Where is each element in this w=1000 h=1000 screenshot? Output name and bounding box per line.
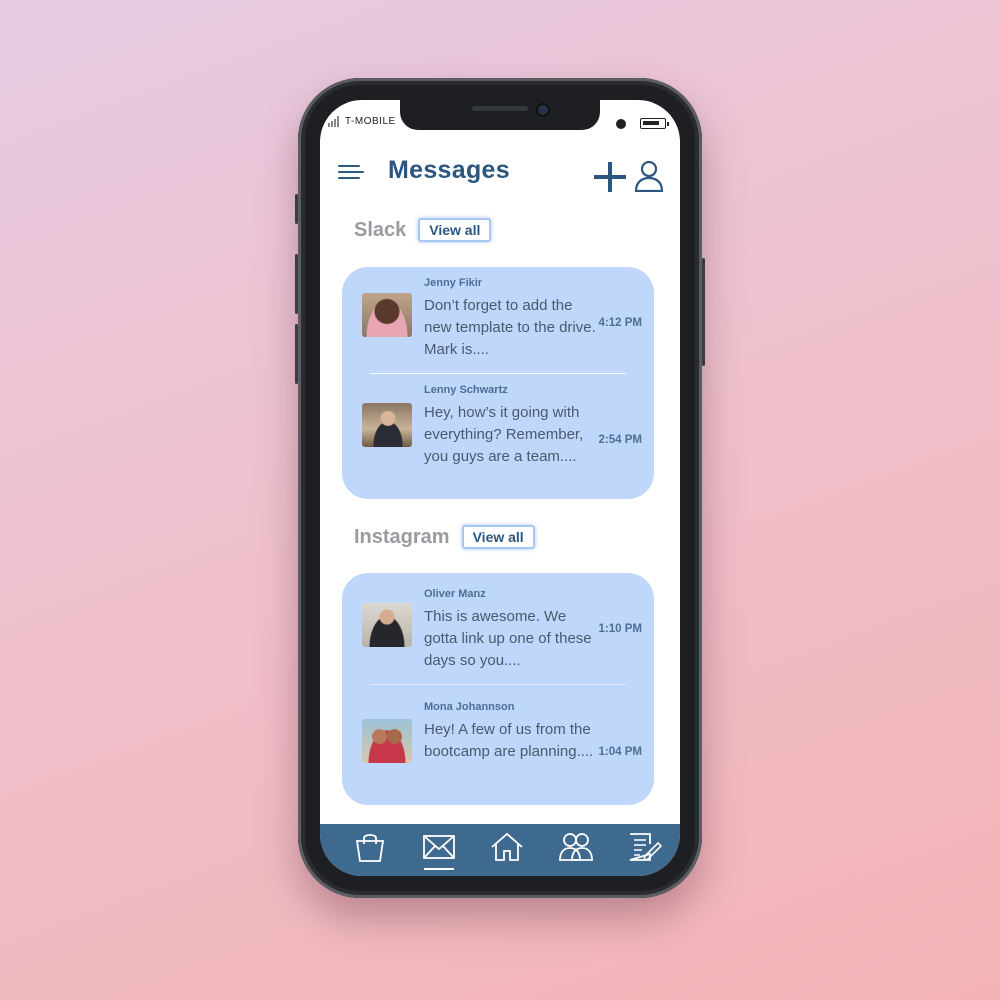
tab-people[interactable]: [558, 832, 594, 866]
alarm-icon: [614, 118, 628, 129]
sender-name: Oliver Manz: [424, 588, 486, 600]
message-time: 4:12 PM: [598, 317, 642, 329]
avatar: [362, 719, 412, 763]
message-card-slack: Jenny Fikir Don’t forget to add the new …: [342, 267, 654, 499]
shopping-bag-icon: [355, 834, 385, 862]
front-camera: [536, 103, 550, 117]
page-title: Messages: [388, 156, 510, 184]
message-item[interactable]: Mona Johannson Hey! A few of us from the…: [342, 685, 654, 805]
mail-icon: [423, 835, 455, 859]
message-time: 1:04 PM: [598, 746, 642, 758]
active-tab-indicator: [424, 868, 454, 870]
tab-home[interactable]: [489, 832, 525, 866]
message-item[interactable]: Lenny Schwartz Hey, how’s it going with …: [342, 374, 654, 499]
new-message-icon[interactable]: [594, 162, 626, 192]
avatar: [362, 403, 412, 447]
section-label: Instagram: [354, 525, 450, 548]
message-preview: Don’t forget to add the new template to …: [424, 297, 596, 358]
avatar: [362, 293, 412, 337]
power-button: [702, 258, 705, 366]
section-header-slack: Slack View all: [354, 218, 492, 242]
status-bar-left: T-MOBILE: [328, 116, 396, 127]
view-all-button[interactable]: View all: [418, 218, 492, 242]
message-time: 1:10 PM: [598, 623, 642, 635]
tab-bar: [320, 824, 680, 876]
notch: [400, 100, 600, 130]
screen: T-MOBILE Messages Slack View all Jenny F…: [320, 100, 680, 876]
message-time: 2:54 PM: [598, 434, 642, 446]
section-header-instagram: Instagram View all: [354, 525, 535, 549]
volume-down-button: [295, 324, 298, 384]
notes-icon: [629, 833, 663, 862]
view-all-button[interactable]: View all: [461, 525, 535, 549]
tab-shop[interactable]: [352, 832, 388, 866]
profile-icon[interactable]: [634, 160, 664, 192]
section-label: Slack: [354, 218, 407, 241]
sender-name: Lenny Schwartz: [424, 384, 508, 396]
message-preview: Hey! A few of us from the bootcamp are p…: [424, 721, 594, 760]
battery-icon: [640, 118, 669, 129]
people-icon: [559, 833, 593, 861]
menu-icon[interactable]: [338, 165, 364, 181]
sender-name: Jenny Fikir: [424, 277, 483, 289]
sender-name: Mona Johannson: [424, 701, 515, 713]
message-card-instagram: Oliver Manz This is awesome. We gotta li…: [342, 573, 654, 805]
signal-icon: [328, 116, 339, 127]
avatar: [362, 603, 412, 647]
message-item[interactable]: Oliver Manz This is awesome. We gotta li…: [342, 573, 654, 684]
message-preview: This is awesome. We gotta link up one of…: [424, 608, 592, 669]
volume-up-button: [295, 254, 298, 314]
tab-messages[interactable]: [421, 832, 457, 866]
phone-frame: T-MOBILE Messages Slack View all Jenny F…: [295, 78, 705, 898]
tab-notes[interactable]: [626, 832, 663, 866]
message-preview: Hey, how’s it going with everything? Rem…: [424, 404, 584, 465]
mute-switch: [295, 194, 298, 224]
status-bar-right: [614, 118, 669, 129]
message-item[interactable]: Jenny Fikir Don’t forget to add the new …: [342, 267, 654, 373]
carrier-label: T-MOBILE: [345, 116, 396, 127]
home-icon: [491, 832, 523, 861]
speaker: [472, 106, 528, 111]
